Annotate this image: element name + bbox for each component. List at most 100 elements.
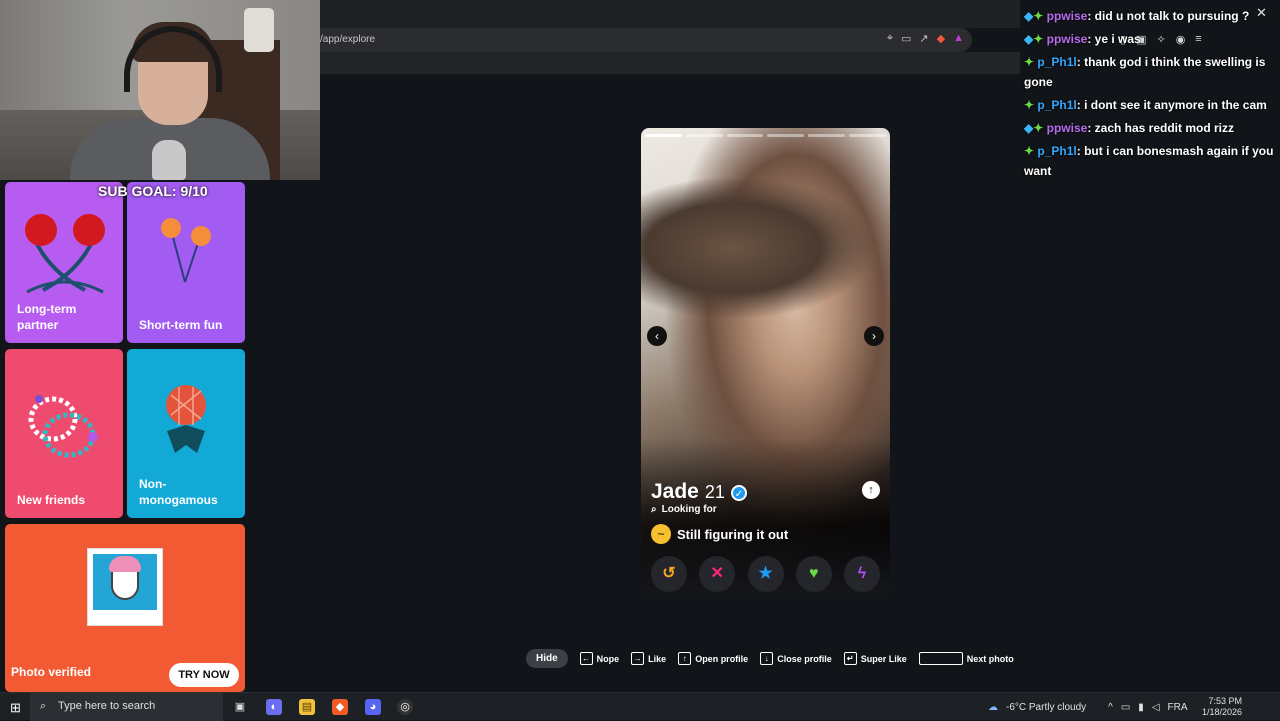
photo-progress-segment — [685, 134, 723, 137]
open-profile-button[interactable]: ↑ — [862, 481, 880, 499]
webcam-overlay — [0, 0, 320, 180]
action-bar: ↺ ✕ ★ ♥ ϟ — [651, 556, 880, 592]
tile-short-term-fun[interactable]: Short-term fun — [127, 182, 245, 343]
file-explorer-icon[interactable]: ▤ — [299, 699, 315, 715]
bookmarks-strip — [320, 52, 1020, 74]
sub-goal-overlay: SUB GOAL: 9/10 — [98, 183, 208, 199]
hint-close-profile: Close profile — [777, 653, 832, 664]
chat-message: ✦ p_Ph1l: but i can bonesmash again if y… — [1024, 141, 1280, 181]
tile-photo-verified[interactable]: Photo verified TRY NOW — [5, 524, 245, 692]
profile-age: 21 — [704, 482, 725, 502]
try-now-button[interactable]: TRY NOW — [169, 663, 239, 687]
weather-icon[interactable]: ☁ — [988, 702, 998, 713]
thinking-emoji-icon: ~ — [651, 524, 671, 544]
address-bar[interactable]: /app/explore ⌖ ▭ ↗ ◆ ▲ — [320, 28, 972, 52]
chat-message: ◆✦ ppwise: zach has reddit mod rizz — [1024, 118, 1280, 138]
hint-open-profile: Open profile — [695, 653, 749, 664]
hint-next-photo: Next photo — [966, 653, 1014, 664]
search-icon: ⌕ — [40, 700, 47, 712]
weather-text[interactable]: -6°C Partly cloudy — [1006, 702, 1086, 713]
windows-start-icon[interactable]: ⊞ — [10, 700, 21, 716]
sub-badge-icon: ◆✦ — [1024, 32, 1044, 46]
photo-progress — [645, 134, 886, 137]
profile-card[interactable]: ‹ › Jade 21 ✓ ↑ ⌕ Looking for ~ Still fi… — [641, 128, 890, 598]
nope-button[interactable]: ✕ — [699, 556, 736, 592]
bracelets-icon — [28, 395, 98, 458]
chat-message: ◆✦ ppwise: ye i was — [1024, 29, 1280, 49]
clock-date: 1/18/2026 — [1201, 707, 1242, 717]
browser-tab-strip — [320, 0, 1020, 28]
microphone-icon[interactable]: ▮ — [1138, 702, 1144, 713]
brave-rewards-icon[interactable]: ▲ — [953, 32, 964, 45]
clock-time: 7:53 PM — [1208, 696, 1242, 706]
verified-photo-illustration — [87, 548, 163, 626]
task-view-icon[interactable]: ▣ — [232, 699, 248, 715]
url-text[interactable]: /app/explore — [320, 34, 375, 45]
network-icon[interactable]: ▭ — [1121, 702, 1130, 713]
tile-long-term-partner[interactable]: Long-term partner — [5, 182, 123, 343]
vip-badge-icon: ✦ — [1024, 55, 1035, 69]
tile-non-monogamous[interactable]: Non-monogamous — [127, 349, 245, 518]
super-like-button[interactable]: ★ — [747, 556, 784, 592]
taskbar-search[interactable]: ⌕ Type here to search — [30, 693, 223, 721]
hint-nope: Nope — [596, 653, 620, 664]
chat-text: : zach has reddit mod rizz — [1087, 121, 1235, 135]
windows-taskbar: ⊞ ⌕ Type here to search ▣ ◐ ▤ ◆ ◕ ◎ ☁ -6… — [0, 692, 1280, 721]
chat-username[interactable]: p_Ph1l — [1037, 98, 1076, 112]
looking-for-value-row: ~ Still figuring it out — [651, 524, 788, 544]
tile-label: Long-term partner — [17, 302, 77, 332]
photo-progress-segment — [808, 134, 846, 137]
stream-chat: ◆✦ ppwise: did u not talk to pursuing ? ◆… — [1024, 6, 1280, 184]
left-arrow-key-icon: ← — [579, 652, 593, 665]
looking-for-label: Looking for — [661, 504, 717, 515]
sparklers-icon — [161, 218, 211, 283]
search-placeholder: Type here to search — [58, 700, 156, 712]
share-icon[interactable]: ↗ — [919, 32, 928, 45]
tile-label: Short-term fun — [139, 318, 223, 332]
hint-like: Like — [648, 653, 667, 664]
chat-username[interactable]: ppwise — [1047, 9, 1088, 23]
pineapple-icon — [166, 385, 206, 453]
boost-button[interactable]: ϟ — [844, 556, 880, 592]
photo-progress-segment — [726, 134, 764, 137]
verified-badge-icon: ✓ — [730, 485, 747, 501]
photo-progress-segment — [849, 134, 886, 137]
previous-photo-button[interactable]: ‹ — [647, 326, 667, 346]
vip-badge-icon: ✦ — [1024, 144, 1035, 158]
profile-name: Jade — [651, 480, 699, 503]
cast-icon[interactable]: ▭ — [901, 32, 911, 45]
clock[interactable]: 7:53 PM 1/18/2026 — [1200, 696, 1242, 718]
keyboard-hints: Hide ← Nope → Like ↑ Open profile ↓ Close pr… — [526, 649, 1014, 668]
rewind-button[interactable]: ↺ — [651, 556, 687, 592]
chat-username[interactable]: ppwise — [1047, 32, 1088, 46]
brave-browser-icon[interactable]: ◆ — [332, 699, 348, 715]
looking-for-value: Still figuring it out — [677, 526, 789, 542]
chat-username[interactable]: ppwise — [1047, 121, 1088, 135]
chat-message: ✦ p_Ph1l: thank god i think the swelling… — [1024, 52, 1280, 92]
looking-for-heading: ⌕ Looking for — [651, 504, 717, 515]
chat-text: : did u not talk to pursuing ? — [1087, 9, 1250, 23]
name-row: Jade 21 ✓ — [651, 480, 747, 504]
tray-chevron-icon[interactable]: ^ — [1108, 702, 1113, 713]
photo-progress-segment — [767, 134, 805, 137]
chat-username[interactable]: p_Ph1l — [1037, 144, 1076, 158]
chat-message: ✦ p_Ph1l: i dont see it anymore in the c… — [1024, 95, 1280, 115]
hint-super-like: Super Like — [860, 653, 907, 664]
next-photo-button[interactable]: › — [864, 326, 884, 346]
obs-icon[interactable]: ◎ — [397, 699, 413, 715]
up-arrow-key-icon: ↑ — [678, 652, 692, 665]
brave-shield-icon[interactable]: ◆ — [937, 32, 945, 45]
hide-hints-button[interactable]: Hide — [526, 649, 568, 668]
discord-icon[interactable]: ◕ — [365, 699, 381, 715]
tile-label: New friends — [17, 493, 86, 507]
copilot-icon[interactable]: ◐ — [266, 699, 282, 715]
tile-new-friends[interactable]: New friends — [5, 349, 123, 518]
language-indicator[interactable]: FRA — [1168, 702, 1188, 713]
chat-text: : i dont see it anymore in the cam — [1076, 98, 1267, 112]
photo-progress-segment — [645, 134, 682, 137]
location-icon[interactable]: ⌖ — [887, 32, 893, 45]
volume-icon[interactable]: ◁ — [1152, 702, 1160, 713]
like-button[interactable]: ♥ — [795, 556, 832, 592]
chat-username[interactable]: p_Ph1l — [1037, 55, 1076, 69]
roses-icon — [25, 214, 105, 294]
